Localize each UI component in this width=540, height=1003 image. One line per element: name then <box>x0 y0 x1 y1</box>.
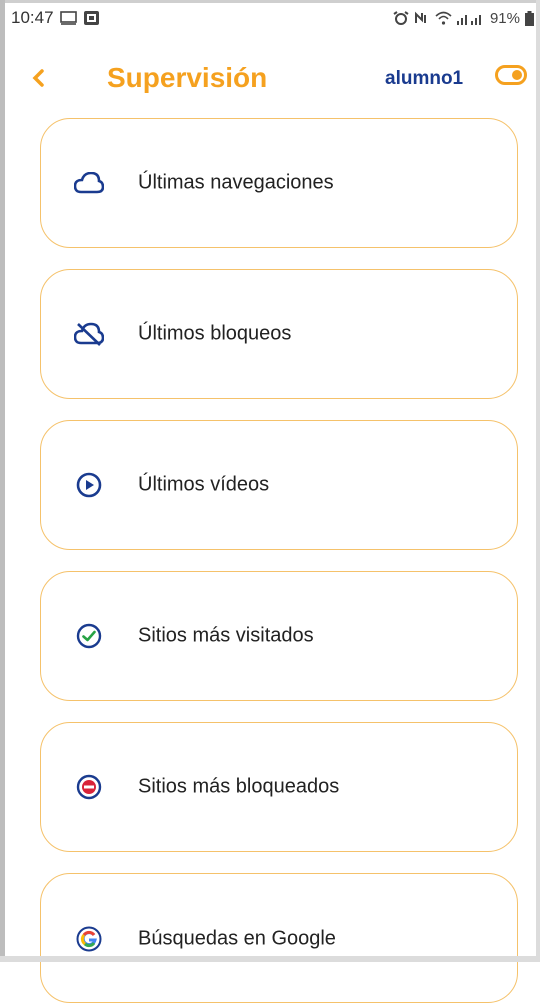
google-icon <box>74 924 104 954</box>
frame-bottom-border <box>0 956 540 962</box>
play-circle-icon <box>74 470 104 500</box>
menu-item-label: Búsquedas en Google <box>138 927 336 950</box>
app-header: Supervisión alumno1 <box>5 50 536 106</box>
menu-item-label: Sitios más visitados <box>138 624 314 647</box>
status-bar: 10:47 91% <box>5 3 536 33</box>
menu-item-label: Últimos vídeos <box>138 473 270 496</box>
frame-left-border <box>0 0 5 962</box>
menu-item-latest-videos[interactable]: Últimos vídeos <box>40 420 518 550</box>
cloud-off-icon <box>74 319 104 349</box>
alarm-icon <box>393 11 409 25</box>
toggle-knob <box>512 70 522 80</box>
chevron-left-icon <box>32 69 44 87</box>
menu-item-google-searches[interactable]: Búsquedas en Google <box>40 873 518 1003</box>
status-right: 91% <box>393 10 536 27</box>
wifi-icon <box>435 11 452 25</box>
block-circle-icon <box>74 772 104 802</box>
cast-icon <box>59 11 77 25</box>
battery-icon <box>525 10 534 26</box>
menu-item-latest-navigations[interactable]: Últimas navegaciones <box>40 118 518 248</box>
menu-item-label: Últimos bloqueos <box>138 322 292 345</box>
signal-bars-icon <box>456 15 481 25</box>
menu-item-latest-blocks[interactable]: Últimos bloqueos <box>40 269 518 399</box>
check-circle-icon <box>74 621 104 651</box>
nfc-signal-icon <box>414 11 426 23</box>
frame-right-border <box>536 0 540 962</box>
status-time: 10:47 <box>11 8 54 27</box>
supervision-toggle[interactable] <box>495 65 527 85</box>
menu-item-label: Sitios más bloqueados <box>138 775 340 798</box>
battery-percent: 91% <box>489 9 520 27</box>
current-user[interactable]: alumno1 <box>385 68 463 90</box>
notification-app-icon <box>83 11 99 25</box>
status-left: 10:47 <box>5 8 100 28</box>
menu-item-label: Últimas navegaciones <box>138 171 334 194</box>
menu-item-most-blocked[interactable]: Sitios más bloqueados <box>40 722 518 852</box>
back-button[interactable] <box>31 58 61 98</box>
page-title: Supervisión <box>107 62 268 93</box>
menu-item-most-visited[interactable]: Sitios más visitados <box>40 571 518 701</box>
cloud-icon <box>74 168 104 198</box>
